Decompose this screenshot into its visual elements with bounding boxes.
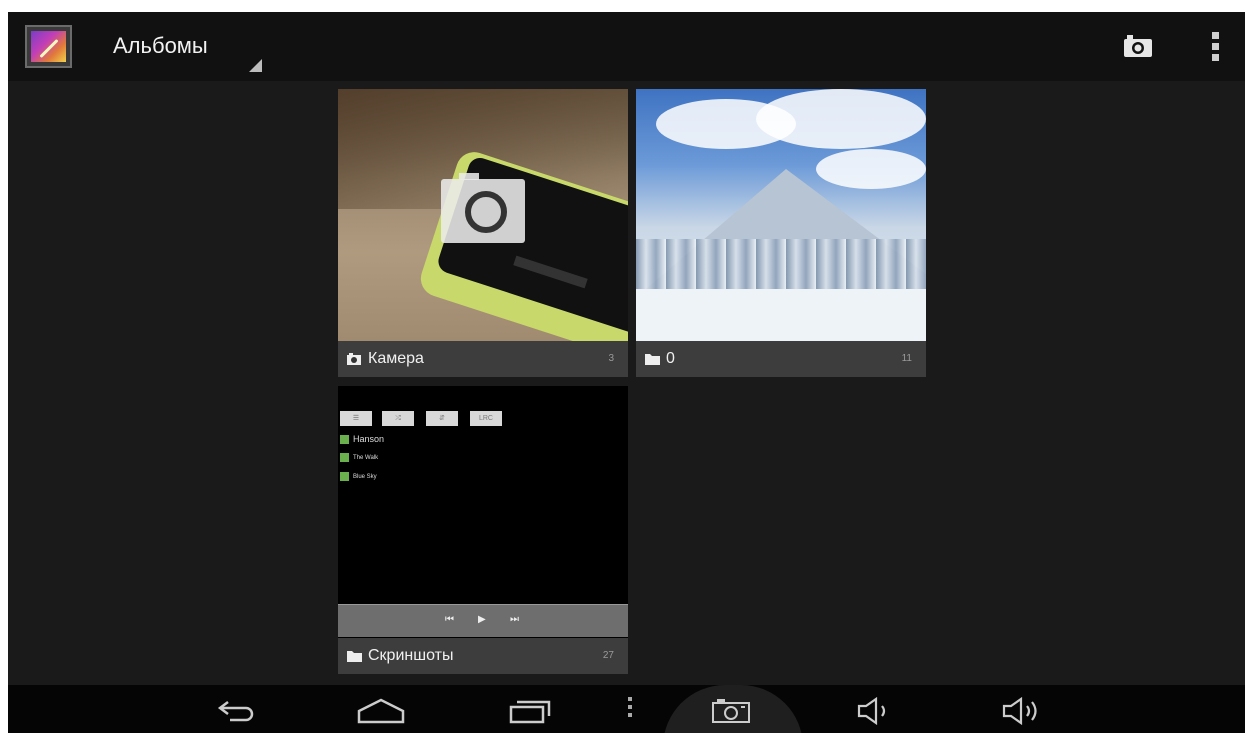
gallery-screen: Альбомы Камера 3 0 11 ☰ ⤮ ⇵ LRC Hanson T… (8, 12, 1245, 733)
album-count: 27 (602, 650, 614, 661)
camera-icon[interactable] (1123, 34, 1153, 58)
album-tile-0[interactable]: 0 11 (636, 89, 926, 377)
menu-icon[interactable] (628, 697, 633, 721)
camera-icon (347, 353, 361, 365)
album-count: 11 (901, 353, 912, 364)
album-name: Камера (368, 350, 424, 367)
album-view-title[interactable]: Альбомы (113, 33, 208, 59)
album-tile-screenshots[interactable]: ☰ ⤮ ⇵ LRC Hanson The Walk Blue Sky ⏮ ▶ ⏭… (338, 386, 628, 674)
gallery-app-icon[interactable] (25, 25, 72, 68)
album-name: 0 (666, 350, 675, 367)
thumb-track-row: Blue Sky (340, 472, 377, 486)
thumb-button: ☰ (340, 411, 372, 426)
screenshot-camera-icon[interactable] (711, 698, 751, 724)
dropdown-corner-icon[interactable] (249, 59, 262, 72)
thumb-button: ⤮ (382, 411, 414, 426)
volume-down-icon[interactable] (856, 697, 896, 725)
system-nav-bar (8, 685, 1245, 733)
album-count: 3 (608, 353, 614, 364)
overflow-menu-icon[interactable] (1212, 32, 1220, 62)
album-tile-camera[interactable]: Камера 3 (338, 89, 628, 377)
folder-icon (645, 354, 660, 365)
folder-icon (347, 651, 362, 662)
album-label-bar: Камера 3 (338, 341, 628, 377)
album-grid: Камера 3 0 11 ☰ ⤮ ⇵ LRC Hanson The Walk … (8, 81, 1245, 686)
album-label-bar: Скриншоты 27 (338, 638, 628, 674)
album-name: Скриншоты (368, 647, 454, 664)
home-icon[interactable] (356, 697, 406, 725)
thumb-track-row: Hanson (340, 434, 384, 448)
volume-up-icon[interactable] (1001, 697, 1045, 725)
album-thumbnail (338, 89, 628, 341)
back-icon[interactable] (216, 699, 258, 723)
thumb-player-controls: ⏮ ▶ ⏭ (338, 604, 628, 637)
album-thumbnail: ☰ ⤮ ⇵ LRC Hanson The Walk Blue Sky ⏮ ▶ ⏭ (338, 386, 628, 638)
thumb-button: LRC (470, 411, 502, 426)
album-thumbnail (636, 89, 926, 341)
action-bar: Альбомы (8, 12, 1245, 81)
recent-apps-icon[interactable] (508, 697, 554, 725)
camera-overlay-icon (441, 173, 525, 243)
album-label-bar: 0 11 (636, 341, 926, 377)
thumb-track-row: The Walk (340, 453, 378, 467)
thumb-button: ⇵ (426, 411, 458, 426)
